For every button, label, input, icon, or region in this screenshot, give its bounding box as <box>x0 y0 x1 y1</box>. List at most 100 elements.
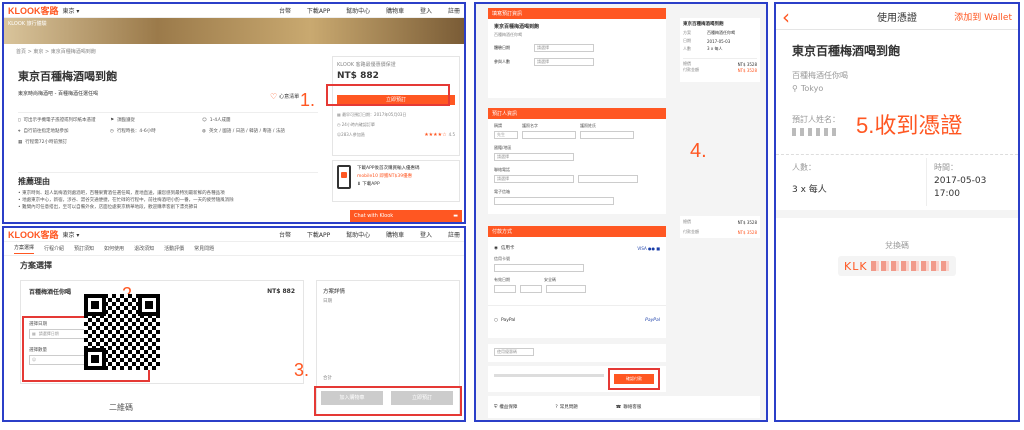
tab-reviews[interactable]: 活動評價 <box>164 245 184 252</box>
cvv-input[interactable] <box>546 285 586 293</box>
nav-register[interactable]: 註冊 <box>448 232 460 239</box>
chat-icon: ▬ <box>453 213 458 219</box>
feature-item: ▦ 行程需72小時前預訂 <box>18 139 67 146</box>
nav-currency[interactable]: 台幣 <box>279 8 291 15</box>
detail-title: 方案詳情 <box>323 289 346 295</box>
city-selector[interactable]: 東京 ▾ <box>63 6 80 15</box>
rating-value: 4.5 <box>448 132 455 137</box>
section-payment: 付款方式 <box>488 226 666 237</box>
nav-currency[interactable]: 台幣 <box>279 232 291 239</box>
tab-plan[interactable]: 方案選擇 <box>14 244 35 254</box>
panel-plan-select: KLOOK客路 東京 ▾ 台幣 下載APP 幫助中心 購物車 登入 註冊 方案選… <box>2 226 466 422</box>
radio-icon: ○ <box>494 318 498 323</box>
nav-help[interactable]: 幫助中心 <box>346 232 370 239</box>
phone-icon: ☎ <box>615 404 622 410</box>
people-icon: ☺ <box>202 117 207 123</box>
nav-register[interactable]: 註冊 <box>448 8 460 15</box>
last-name-label: 護照姓氏 <box>580 123 596 128</box>
total-label: 合計 <box>323 376 332 381</box>
event-title: 東京百種梅酒喝到飽 <box>792 44 901 58</box>
tab-notice[interactable]: 預訂須知 <box>74 245 94 252</box>
card-number-label: 信用卡號 <box>494 256 510 261</box>
summary-total: 總價 NT$ 3528 <box>683 58 757 67</box>
nav-download-app[interactable]: 下載APP <box>307 232 330 239</box>
summary-row: 方案 百種梅酒任你喝 <box>683 30 735 35</box>
footer-contact[interactable]: 聯絡客服 <box>623 404 641 410</box>
summary-title: 東京百種梅酒喝到飽 <box>683 22 724 27</box>
people-label: 人數： <box>792 163 816 172</box>
app-promo-text: 下載APP後首次購買輸入優惠碼 <box>357 166 420 171</box>
phone-icon: ▯ <box>18 117 21 123</box>
phone-label: 聯絡電話 <box>494 167 510 172</box>
expiry-label: 有效日期 <box>494 277 510 282</box>
tab-faq[interactable]: 常見問題 <box>194 245 214 252</box>
summary-total: 總價 NT$ 3528 <box>683 219 757 225</box>
download-app-link[interactable]: ⬇ 下載APP <box>357 181 420 189</box>
promo-code: mobile10 即獲NT$39優惠 <box>357 174 413 179</box>
heart-icon: ♡ <box>270 92 278 101</box>
reasons-title: 推薦理由 <box>18 177 50 186</box>
section-title: 方案選擇 <box>20 261 52 270</box>
add-to-wallet-button[interactable]: 添加到 Wallet <box>954 10 1012 23</box>
coupon-select[interactable]: 使用優惠碼 <box>494 348 534 356</box>
phone-input[interactable] <box>578 175 638 183</box>
tab-bar: 方案選擇 行程介紹 預訂須知 如何使用 退改須知 活動評價 常見問題 <box>4 242 464 256</box>
order-summary-mini: 總價 NT$ 3528 付款金額 NT$ 3528 <box>680 216 760 238</box>
first-name-input[interactable] <box>522 131 576 139</box>
klook-logo[interactable]: KLOOK客路 <box>8 228 59 241</box>
nav-cart[interactable]: 購物車 <box>386 232 404 239</box>
panel-voucher: ‹ 使用憑證 添加到 Wallet 東京百種梅酒喝到飽 百種梅酒任你喝 ⚲ Tok… <box>774 2 1020 422</box>
nav-help[interactable]: 幫助中心 <box>346 8 370 15</box>
city-selector[interactable]: 東京 ▾ <box>63 230 80 239</box>
credit-card-option[interactable]: ◉ 信用卡 VISA ●● ■ <box>488 237 666 253</box>
nav-login[interactable]: 登入 <box>420 232 432 239</box>
location-icon: ⌖ <box>18 129 21 134</box>
clock-icon: ◷ <box>110 128 114 134</box>
email-input[interactable] <box>494 197 614 205</box>
card-number-input[interactable] <box>494 264 584 272</box>
list-item: • 難間內可任意搭出，至可以自備外食，店面位處東京精華地段，歡迎購準客創下漂亮節… <box>18 205 198 210</box>
expiry-year-select[interactable] <box>520 285 542 293</box>
terms-text <box>494 374 604 377</box>
step-1-label: 1. <box>300 90 316 110</box>
title-select[interactable]: 先生 <box>494 131 518 139</box>
back-icon[interactable]: ‹ <box>782 7 790 27</box>
nav-cart[interactable]: 購物車 <box>386 8 404 15</box>
traveler-info-form: 預訂人資訊 稱謂 護照名字 護照姓氏 先生 國籍/地區 請選擇 聯絡電話 請選擇… <box>488 108 666 214</box>
country-select[interactable]: 請選擇 <box>494 153 574 161</box>
footer-faq[interactable]: 常見問題 <box>560 404 616 410</box>
people-value: 3 x 每人 <box>792 185 827 195</box>
summary-pay: 付款金額 NT$ 3528 <box>683 229 757 235</box>
wishlist-button[interactable]: ♡ 心意清單 <box>270 92 299 101</box>
klook-logo[interactable]: KLOOK客路 <box>8 4 59 17</box>
tab-intro[interactable]: 行程介紹 <box>44 245 64 252</box>
shield-icon: ⛨ <box>494 405 498 410</box>
chat-button[interactable]: Chat with Klook ▬ <box>350 210 462 222</box>
nav-download-app[interactable]: 下載APP <box>307 8 330 15</box>
rating-stars: ★★★★☆ <box>424 132 447 138</box>
footer-guarantee[interactable]: 權益保障 <box>499 404 555 410</box>
calendar-icon: ▦ <box>18 139 23 145</box>
phone-country-select[interactable]: 請選擇 <box>494 175 574 183</box>
last-name-input[interactable] <box>580 131 634 139</box>
date-label: 體驗日期 <box>494 45 510 50</box>
nav-login[interactable]: 登入 <box>420 8 432 15</box>
footer: ⛨ 權益保障 ? 常見問題 ☎ 聯絡客服 <box>488 396 760 418</box>
qty-select[interactable]: 請選擇 <box>534 58 594 66</box>
expiry-month-select[interactable] <box>494 285 516 293</box>
price-guarantee-label: KLOOK 客路最優惠價保證 <box>337 62 396 68</box>
tab-refund[interactable]: 退改須知 <box>134 245 154 252</box>
section-booking-info: 填寫預訂資訊 <box>488 8 666 19</box>
reasons-list: • 東京時尚、超人氣梅酒到處酒吧，百種果實酒任選任喝，產地直送，讓您感到最特別最… <box>18 190 318 211</box>
tab-howto[interactable]: 如何使用 <box>104 245 124 252</box>
paypal-option[interactable]: ○ PayPal PayPal <box>488 305 666 323</box>
step-3-label: 3. <box>294 360 310 380</box>
plan-price: NT$ 882 <box>267 288 295 295</box>
plan-name: 百種梅酒任你喝 <box>792 71 848 80</box>
step-3-highlight <box>314 386 462 416</box>
pay-button-highlight <box>608 368 660 390</box>
booker-name-masked <box>792 128 836 136</box>
date-select[interactable]: 請選擇 <box>534 44 594 52</box>
title-label: 稱謂 <box>494 123 502 128</box>
question-icon: ? <box>555 404 558 410</box>
